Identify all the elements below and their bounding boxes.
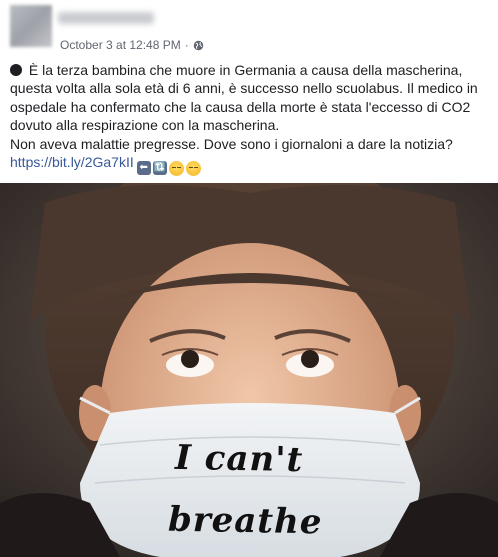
mask-text-line2: breathe: [167, 499, 323, 543]
black-circle-icon: [10, 64, 22, 76]
arrows-clockwise-icon: 🔃: [152, 161, 167, 176]
post-header: October 3 at 12:48 PM ·: [0, 0, 498, 60]
pensive-face-icon: [168, 160, 184, 176]
back-arrow-icon: ⬅: [136, 161, 151, 176]
post-paragraph-2: Non aveva malattie pregresse. Dove sono …: [10, 135, 494, 153]
post-paragraph-1: È la terza bambina che muore in Germania…: [10, 61, 494, 135]
meta-separator: ·: [184, 38, 189, 52]
mask-text-line1: I can't: [174, 437, 304, 481]
post-timestamp[interactable]: October 3 at 12:48 PM: [60, 38, 181, 52]
sad-face-icon: [185, 160, 201, 176]
post-photo[interactable]: I can't breathe: [0, 183, 498, 557]
post-paragraph-3: https://bit.ly/2Ga7kII ⬅ 🔃: [10, 153, 494, 176]
avatar[interactable]: [10, 5, 52, 47]
post-text-line1: È la terza bambina che muore in Germania…: [10, 62, 478, 134]
post-meta: October 3 at 12:48 PM ·: [60, 38, 204, 52]
post-body: È la terza bambina che muore in Germania…: [10, 61, 494, 176]
emoji-row: ⬅ 🔃: [136, 160, 201, 176]
post-link[interactable]: https://bit.ly/2Ga7kII: [10, 154, 134, 170]
globe-icon[interactable]: [193, 40, 204, 51]
author-name-redacted[interactable]: [58, 12, 154, 24]
post-text-line2: Non aveva malattie pregresse. Dove sono …: [10, 135, 453, 152]
